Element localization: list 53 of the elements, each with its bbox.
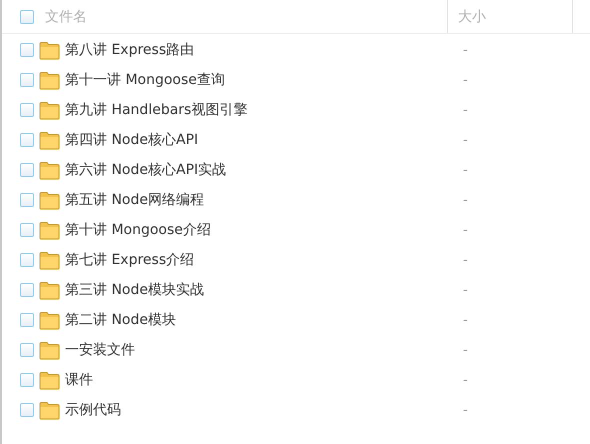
folder-icon <box>39 220 60 240</box>
row-checkbox[interactable] <box>20 193 34 207</box>
folder-name[interactable]: 示例代码 <box>65 401 121 419</box>
folder-icon <box>39 280 60 300</box>
folder-name[interactable]: 第九讲 Handlebars视图引擎 <box>65 101 248 119</box>
row-checkbox[interactable] <box>20 283 34 297</box>
row-checkbox[interactable] <box>20 223 34 237</box>
folder-icon <box>39 310 60 330</box>
folder-icon <box>39 130 60 150</box>
file-size: - <box>463 252 468 268</box>
folder-icon <box>39 70 60 90</box>
row-checkbox[interactable] <box>20 253 34 267</box>
folder-name[interactable]: 第十讲 Mongoose介绍 <box>65 221 211 239</box>
file-size: - <box>463 72 468 88</box>
folder-icon <box>39 250 60 270</box>
folder-name[interactable]: 第五讲 Node网络编程 <box>65 191 204 209</box>
file-size: - <box>463 282 468 298</box>
folder-name[interactable]: 第三讲 Node模块实战 <box>65 281 204 299</box>
file-size: - <box>463 192 468 208</box>
folder-icon <box>39 100 60 120</box>
file-size: - <box>463 102 468 118</box>
folder-icon <box>39 190 60 210</box>
folder-icon <box>39 40 60 60</box>
folder-name[interactable]: 课件 <box>65 371 93 389</box>
file-size: - <box>463 372 468 388</box>
file-size: - <box>463 222 468 238</box>
folder-name[interactable]: 一安装文件 <box>65 341 135 359</box>
file-size: - <box>463 402 468 418</box>
file-size: - <box>463 42 468 58</box>
row-checkbox[interactable] <box>20 403 34 417</box>
folder-name[interactable]: 第七讲 Express介绍 <box>65 251 194 269</box>
row-checkbox[interactable] <box>20 163 34 177</box>
row-checkbox[interactable] <box>20 343 34 357</box>
folder-name[interactable]: 第八讲 Express路由 <box>65 41 194 59</box>
folder-name[interactable]: 第十一讲 Mongoose查询 <box>65 71 225 89</box>
select-all-checkbox[interactable] <box>20 10 34 24</box>
file-size: - <box>463 342 468 358</box>
row-checkbox[interactable] <box>20 73 34 87</box>
row-checkbox[interactable] <box>20 313 34 327</box>
folder-name[interactable]: 第二讲 Node模块 <box>65 311 176 329</box>
folder-name[interactable]: 第四讲 Node核心API <box>65 131 198 149</box>
file-size: - <box>463 132 468 148</box>
row-checkbox[interactable] <box>20 43 34 57</box>
file-size: - <box>463 162 468 178</box>
folder-name[interactable]: 第六讲 Node核心API实战 <box>65 161 226 179</box>
row-checkbox[interactable] <box>20 133 34 147</box>
folder-icon <box>39 370 60 390</box>
folder-icon <box>39 400 60 420</box>
row-checkbox[interactable] <box>20 103 34 117</box>
folder-icon <box>39 160 60 180</box>
row-checkbox[interactable] <box>20 373 34 387</box>
file-size: - <box>463 312 468 328</box>
folder-icon <box>39 340 60 360</box>
